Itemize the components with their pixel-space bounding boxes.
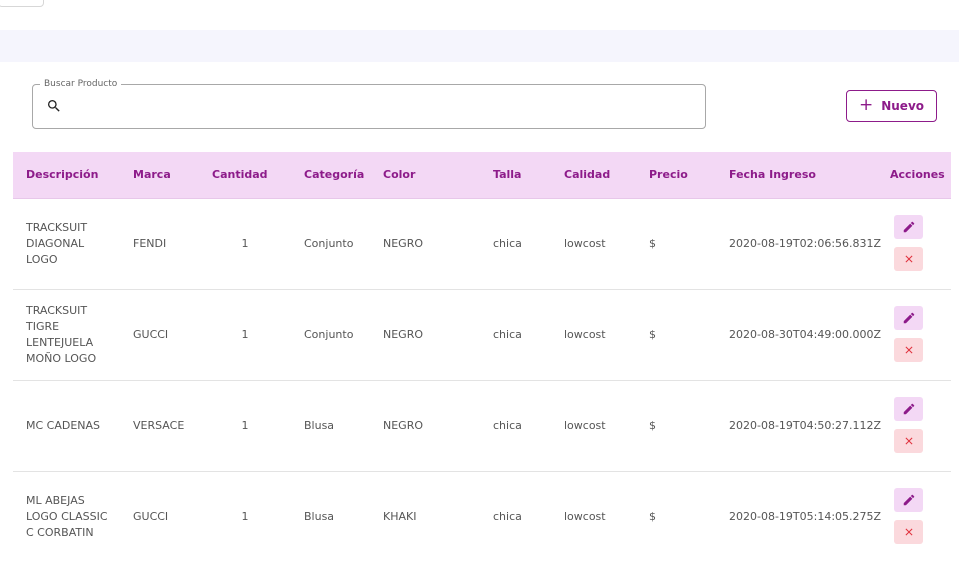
cell-marca: FENDI xyxy=(133,237,167,250)
cell-fecha-ingreso: 2020-08-19T04:50:27.112Z xyxy=(729,419,882,432)
pencil-icon xyxy=(903,221,914,233)
cell-calidad: lowcost xyxy=(564,419,606,432)
cell-precio: $ xyxy=(649,510,656,523)
cell-color: NEGRO xyxy=(383,328,424,341)
delete-button[interactable] xyxy=(894,338,923,362)
cell-categoria: Blusa xyxy=(304,419,335,432)
delete-button[interactable] xyxy=(894,247,923,271)
header-fecha-ingreso[interactable]: Fecha Ingreso xyxy=(729,152,816,198)
header-precio[interactable]: Precio xyxy=(649,152,688,198)
cell-descripcion: ML ABEJAS LOGO CLASSIC C CORBATIN xyxy=(26,494,108,539)
cell-color: NEGRO xyxy=(383,419,424,432)
delete-button[interactable] xyxy=(894,520,923,544)
cell-cantidad: 1 xyxy=(241,510,249,523)
edit-button[interactable] xyxy=(894,215,923,239)
header-categoria[interactable]: Categoría xyxy=(304,152,364,198)
cell-categoria: Blusa xyxy=(304,510,335,523)
cell-calidad: lowcost xyxy=(564,328,606,341)
cell-fecha-ingreso: 2020-08-19T05:14:05.275Z xyxy=(729,510,882,523)
header-descripcion[interactable]: Descripción xyxy=(26,152,98,198)
cell-cantidad: 1 xyxy=(241,328,249,341)
cell-color: KHAKI xyxy=(383,510,417,523)
search-label: Buscar Producto xyxy=(40,79,122,90)
search-icon xyxy=(48,100,60,112)
edit-button[interactable] xyxy=(894,397,923,421)
header-cantidad[interactable]: Cantidad xyxy=(212,152,268,198)
cell-talla: chica xyxy=(493,419,522,432)
section-band xyxy=(0,30,959,62)
row-actions xyxy=(894,306,923,362)
cell-marca: GUCCI xyxy=(133,328,169,341)
new-button-label: Nuevo xyxy=(881,99,925,113)
edit-button[interactable] xyxy=(894,306,923,330)
cell-precio: $ xyxy=(649,328,656,341)
cell-talla: chica xyxy=(493,510,522,523)
close-icon xyxy=(905,346,912,354)
table-row: ML ABEJAS LOGO CLASSIC C CORBATIN GUCCI … xyxy=(13,472,951,562)
cell-color: NEGRO xyxy=(383,237,424,250)
close-icon xyxy=(905,255,912,263)
close-icon xyxy=(905,437,912,445)
table-row: TRACKSUIT TIGRE LENTEJUELA MOÑO LOGO GUC… xyxy=(13,290,951,381)
cell-talla: chica xyxy=(493,237,522,250)
cell-descripcion: TRACKSUIT TIGRE LENTEJUELA MOÑO LOGO xyxy=(26,304,97,365)
cell-precio: $ xyxy=(649,419,656,432)
cell-marca: GUCCI xyxy=(133,510,169,523)
table-row: TRACKSUIT DIAGONAL LOGO FENDI 1 Conjunto… xyxy=(13,199,951,290)
header-color[interactable]: Color xyxy=(383,152,415,198)
cell-cantidad: 1 xyxy=(241,419,249,432)
cell-cantidad: 1 xyxy=(241,237,249,250)
header-talla[interactable]: Talla xyxy=(493,152,521,198)
cell-fecha-ingreso: 2020-08-30T04:49:00.000Z xyxy=(729,328,882,341)
pencil-icon xyxy=(903,403,914,415)
close-icon xyxy=(905,528,912,536)
products-table: Descripción Marca Cantidad Categoría Col… xyxy=(13,152,951,562)
table-header: Descripción Marca Cantidad Categoría Col… xyxy=(13,152,951,199)
cell-descripcion: MC CADENAS xyxy=(26,419,101,432)
header-acciones: Acciones xyxy=(890,168,945,181)
plus-icon: + xyxy=(858,94,874,115)
cell-calidad: lowcost xyxy=(564,510,606,523)
search-field[interactable]: Buscar Producto xyxy=(32,79,706,129)
pencil-icon xyxy=(903,494,914,506)
cell-descripcion: TRACKSUIT DIAGONAL LOGO xyxy=(26,221,88,266)
search-input[interactable] xyxy=(73,93,697,121)
cell-calidad: lowcost xyxy=(564,237,606,250)
row-actions xyxy=(894,488,923,544)
top-control-stub[interactable] xyxy=(0,0,44,7)
pencil-icon xyxy=(903,312,914,324)
delete-button[interactable] xyxy=(894,429,923,453)
cell-precio: $ xyxy=(649,237,656,250)
new-product-button[interactable]: + Nuevo xyxy=(846,90,937,122)
edit-button[interactable] xyxy=(894,488,923,512)
table-row: MC CADENAS VERSACE 1 Blusa NEGRO chica l… xyxy=(13,381,951,472)
cell-marca: VERSACE xyxy=(133,419,185,432)
row-actions xyxy=(894,397,923,453)
cell-talla: chica xyxy=(493,328,522,341)
row-actions xyxy=(894,215,923,271)
header-calidad[interactable]: Calidad xyxy=(564,152,610,198)
cell-categoria: Conjunto xyxy=(304,328,354,341)
cell-fecha-ingreso: 2020-08-19T02:06:56.831Z xyxy=(729,237,882,250)
cell-categoria: Conjunto xyxy=(304,237,354,250)
header-marca[interactable]: Marca xyxy=(133,152,171,198)
